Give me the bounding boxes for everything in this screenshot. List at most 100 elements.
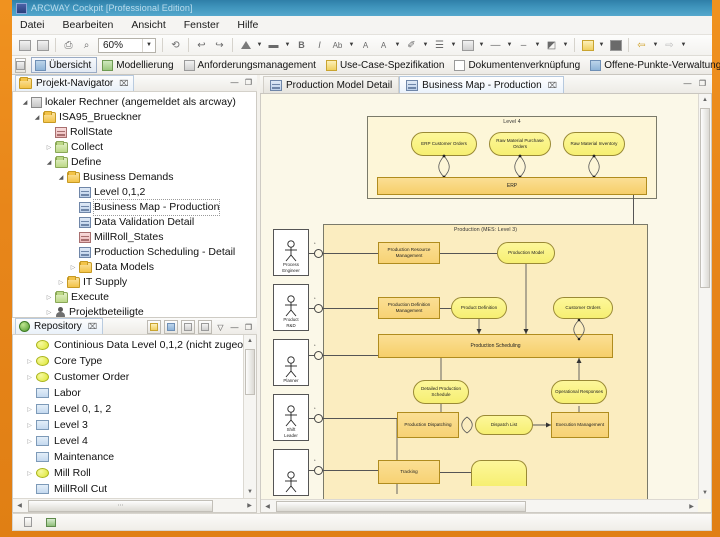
- font-style-icon[interactable]: A: [357, 37, 374, 54]
- line-style-icon[interactable]: ▬: [265, 37, 282, 54]
- level3-container[interactable]: Production (MES: Level 3): [323, 224, 648, 499]
- undo-icon[interactable]: ↩: [193, 37, 210, 54]
- chevron-down-icon[interactable]: ▼: [477, 37, 486, 54]
- perspective-uebersicht[interactable]: Übersicht: [31, 57, 98, 73]
- collapse-arrow-icon[interactable]: ▷: [43, 294, 55, 301]
- node-partial-bottom[interactable]: [471, 460, 527, 486]
- tab-production-model-detail[interactable]: Production Model Detail: [263, 76, 400, 93]
- view-menu-icon[interactable]: ▽: [215, 322, 226, 333]
- actor-planner[interactable]: Planner: [273, 339, 309, 386]
- menu-ansicht[interactable]: Ansicht: [129, 18, 167, 32]
- minimize-icon[interactable]: —: [229, 77, 240, 88]
- node-dispatch-list[interactable]: Dispatch List: [475, 415, 533, 435]
- collapse-arrow-icon[interactable]: ▷: [23, 406, 36, 413]
- actor-port-5[interactable]: [314, 466, 323, 475]
- menu-bearbeiten[interactable]: Bearbeiten: [61, 18, 116, 32]
- tree-item-lokaler-rechner[interactable]: ◢ lokaler Rechner (angemeldet als arcway…: [13, 95, 256, 110]
- chevron-down-icon[interactable]: ▼: [283, 37, 292, 54]
- list-item[interactable]: Maintenance: [13, 449, 256, 465]
- node-execution-management[interactable]: Execution Management: [551, 412, 609, 438]
- line-weight-icon[interactable]: —: [487, 37, 504, 54]
- shadow-icon[interactable]: ◩: [543, 37, 560, 54]
- font-icon[interactable]: Ab: [329, 37, 346, 54]
- chevron-down-icon[interactable]: ▼: [533, 37, 542, 54]
- scroll-up-arrow-icon[interactable]: ▲: [244, 335, 256, 347]
- sort-icon[interactable]: [181, 320, 195, 334]
- italic-icon[interactable]: I: [311, 37, 328, 54]
- tree-item-it-supply[interactable]: ▷ IT Supply: [13, 275, 256, 290]
- tree-item-data-models[interactable]: ▷ Data Models: [13, 260, 256, 275]
- menu-hilfe[interactable]: Hilfe: [235, 18, 260, 32]
- node-production-definition-management[interactable]: Production Definition Management: [378, 297, 440, 319]
- fill-color-icon[interactable]: [237, 37, 254, 54]
- node-production-resource-management[interactable]: Production Resource Management: [378, 242, 440, 264]
- actor-port-3[interactable]: [314, 351, 323, 360]
- tree-item-collect[interactable]: ▷ Collect: [13, 140, 256, 155]
- highlight-icon[interactable]: ✐: [403, 37, 420, 54]
- chevron-down-icon[interactable]: ▼: [449, 37, 458, 54]
- perspective-dokumentenverknuepfung[interactable]: Dokumentenverknüpfung: [451, 57, 585, 73]
- tree-item-level-012[interactable]: Level 0,1,2: [13, 185, 256, 200]
- node-detailed-production-schedule[interactable]: Detailed Production Schedule: [413, 380, 469, 404]
- node-production-dispatching[interactable]: Production Dispatching: [397, 412, 459, 438]
- list-item[interactable]: ▷ Level 0, 1, 2: [13, 401, 256, 417]
- tree-item-define[interactable]: ◢ Define: [13, 155, 256, 170]
- node-erp-bar[interactable]: ERP: [377, 177, 647, 195]
- scroll-left-arrow-icon[interactable]: ◀: [13, 502, 26, 509]
- tree-item-production-scheduling-detail[interactable]: Production Scheduling - Detail: [13, 245, 256, 260]
- scroll-right-arrow-icon[interactable]: ▶: [685, 503, 698, 510]
- scrollbar-thumb[interactable]: ⋯: [28, 499, 213, 512]
- expand-arrow-icon[interactable]: ◢: [31, 114, 43, 121]
- tree-item-projektbeteiligte[interactable]: ▷ Projektbeteiligte: [13, 305, 256, 317]
- node-tracking[interactable]: Tracking: [378, 460, 440, 484]
- collapse-arrow-icon[interactable]: ▷: [23, 438, 36, 445]
- scroll-left-arrow-icon[interactable]: ◀: [261, 503, 274, 510]
- dash-style-icon[interactable]: –: [515, 37, 532, 54]
- print-preview-icon[interactable]: ⎙: [60, 37, 77, 54]
- maximize-icon[interactable]: ❐: [243, 77, 254, 88]
- refresh-icon[interactable]: ⟲: [167, 37, 184, 54]
- redo-icon[interactable]: ↪: [211, 37, 228, 54]
- node-product-definition[interactable]: Product Definition: [451, 297, 507, 319]
- perspective-use-case-spezifikation[interactable]: Use-Case-Spezifikation: [323, 57, 450, 73]
- chevron-down-icon[interactable]: ▼: [651, 37, 660, 54]
- tab-repository[interactable]: Repository ⌧: [15, 318, 104, 334]
- scroll-up-arrow-icon[interactable]: ▲: [699, 94, 711, 106]
- list-item[interactable]: MillRoll Cut: [13, 481, 256, 497]
- minimize-icon[interactable]: —: [682, 78, 693, 89]
- model-status-icon[interactable]: [44, 516, 57, 529]
- node-customer-orders[interactable]: Customer Orders: [553, 297, 613, 319]
- collapse-arrow-icon[interactable]: ▷: [55, 279, 67, 286]
- tree-item-millroll-states[interactable]: MillRoll_States: [13, 230, 256, 245]
- node-erp-customer-orders[interactable]: ERP Customer Orders: [411, 132, 477, 156]
- scroll-right-arrow-icon[interactable]: ▶: [243, 502, 256, 509]
- chevron-down-icon[interactable]: ▼: [255, 37, 264, 54]
- tree-item-rollstate[interactable]: RollState: [13, 125, 256, 140]
- tree-item-execute[interactable]: ▷ Execute: [13, 290, 256, 305]
- node-operational-responses[interactable]: Operational Responses: [551, 380, 607, 404]
- chevron-down-icon[interactable]: ▼: [597, 37, 606, 54]
- actor-fifth[interactable]: [273, 449, 309, 496]
- list-item[interactable]: ▷ Level 4: [13, 433, 256, 449]
- close-icon[interactable]: ⌧: [119, 79, 128, 88]
- open-perspective-icon[interactable]: [15, 57, 26, 73]
- bold-icon[interactable]: B: [293, 37, 310, 54]
- tree-item-business-demands[interactable]: ◢ Business Demands: [13, 170, 256, 185]
- expand-arrow-icon[interactable]: ◢: [55, 174, 67, 181]
- minimize-icon[interactable]: —: [229, 322, 240, 333]
- diagram-canvas[interactable]: Level 4 ERP Customer Orders Raw Material…: [261, 94, 698, 499]
- chevron-down-icon[interactable]: ▼: [393, 37, 402, 54]
- expand-arrow-icon[interactable]: ◢: [19, 99, 31, 106]
- scrollbar-thumb[interactable]: [245, 349, 255, 395]
- list-item[interactable]: Continious Data Level 0,1,2 (nicht zugeo…: [13, 337, 256, 353]
- scroll-down-arrow-icon[interactable]: ▼: [244, 486, 256, 498]
- perspective-modellierung[interactable]: Modellierung: [99, 57, 178, 73]
- menu-fenster[interactable]: Fenster: [182, 18, 222, 32]
- chevron-down-icon[interactable]: ▼: [142, 38, 155, 52]
- monitor-icon[interactable]: [607, 37, 624, 54]
- filter-icon[interactable]: [198, 320, 212, 334]
- collapse-arrow-icon[interactable]: ▷: [43, 144, 55, 151]
- node-production-scheduling[interactable]: Production Scheduling: [378, 334, 613, 358]
- chevron-down-icon[interactable]: ▼: [505, 37, 514, 54]
- save-all-icon[interactable]: [34, 37, 51, 54]
